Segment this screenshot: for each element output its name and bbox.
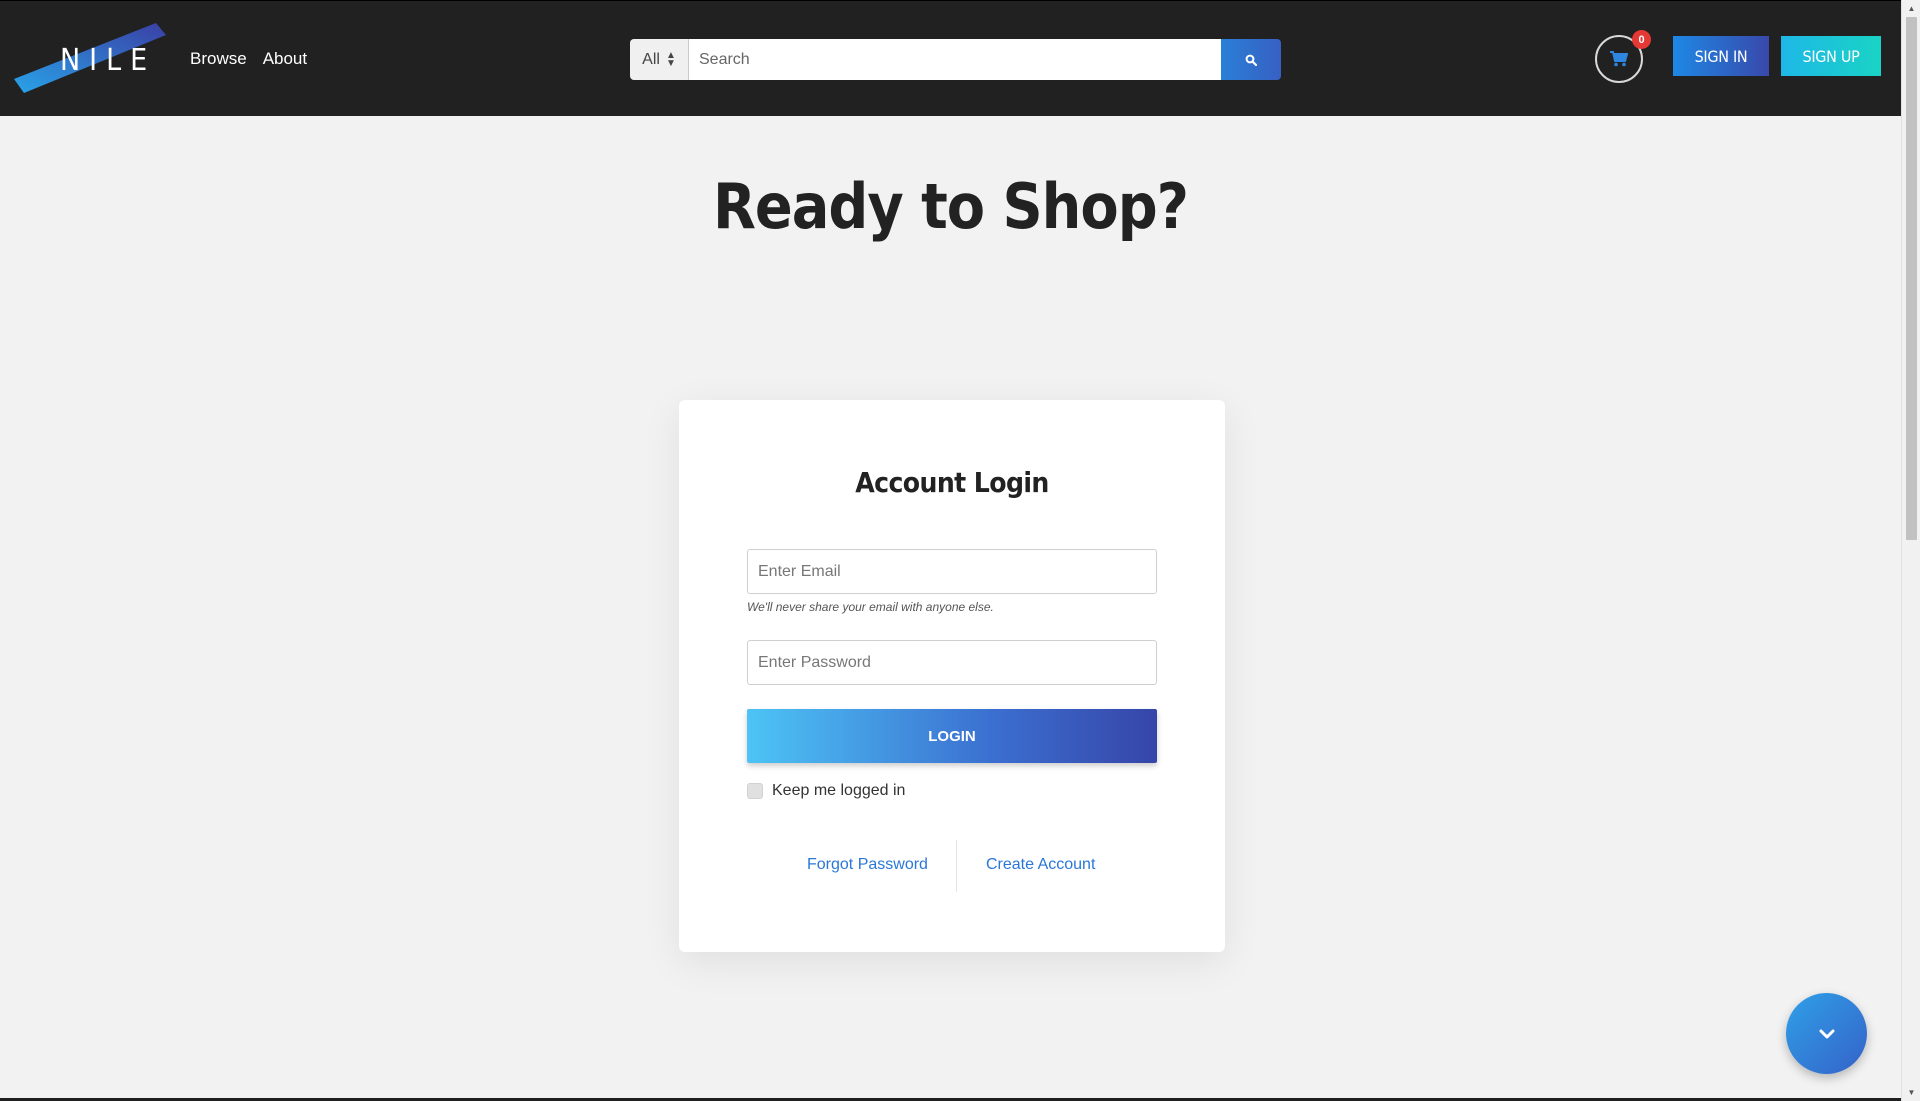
- nav-browse-link[interactable]: Browse: [190, 49, 247, 69]
- scroll-up-arrow-icon[interactable]: ▲: [1902, 0, 1920, 17]
- login-card: Account Login We'll never share your ema…: [679, 400, 1225, 952]
- email-help-text: We'll never share your email with anyone…: [747, 600, 994, 614]
- email-field[interactable]: [747, 549, 1157, 594]
- remember-me-label[interactable]: Keep me logged in: [772, 782, 905, 800]
- logo[interactable]: NILE: [14, 21, 166, 101]
- password-field[interactable]: [747, 640, 1157, 685]
- chevron-down-icon: [1819, 1029, 1834, 1038]
- links-divider: [956, 840, 957, 892]
- search-bar: All ▲ ▼: [630, 39, 1281, 80]
- logo-text: NILE: [60, 43, 157, 78]
- search-button[interactable]: [1221, 39, 1281, 80]
- sign-in-button[interactable]: SIGN IN: [1673, 36, 1769, 76]
- select-caret-icon: ▲ ▼: [665, 49, 676, 69]
- cart-icon: [1610, 51, 1628, 67]
- nav-about-link[interactable]: About: [263, 49, 307, 69]
- account-links: Forgot Password Create Account: [679, 840, 1225, 892]
- remember-me-checkbox[interactable]: [747, 783, 763, 799]
- search-input[interactable]: [689, 39, 1221, 80]
- search-category-value: All: [642, 50, 660, 68]
- scroll-thumb[interactable]: [1906, 17, 1917, 540]
- scroll-down-button[interactable]: [1786, 993, 1867, 1074]
- cart-count-badge: 0: [1632, 30, 1651, 49]
- create-account-link[interactable]: Create Account: [986, 856, 1095, 874]
- page-title: Ready to Shop?: [712, 170, 1189, 243]
- navbar: NILE Browse About All ▲▼ 0 SIGN IN SIGN …: [0, 0, 1901, 116]
- search-category-select[interactable]: All ▲ ▼: [630, 39, 689, 80]
- search-icon: [1245, 54, 1257, 66]
- scroll-down-arrow-icon[interactable]: ▼: [1902, 1084, 1920, 1101]
- login-card-title: Account Login: [855, 466, 1049, 499]
- remember-me: Keep me logged in: [747, 782, 905, 800]
- forgot-password-link[interactable]: Forgot Password: [807, 856, 928, 874]
- page-scrollbar[interactable]: ▲ ▼: [1901, 0, 1920, 1101]
- login-button[interactable]: LOGIN: [747, 709, 1157, 763]
- sign-up-button[interactable]: SIGN UP: [1781, 36, 1881, 76]
- nav-links: Browse About: [190, 49, 307, 69]
